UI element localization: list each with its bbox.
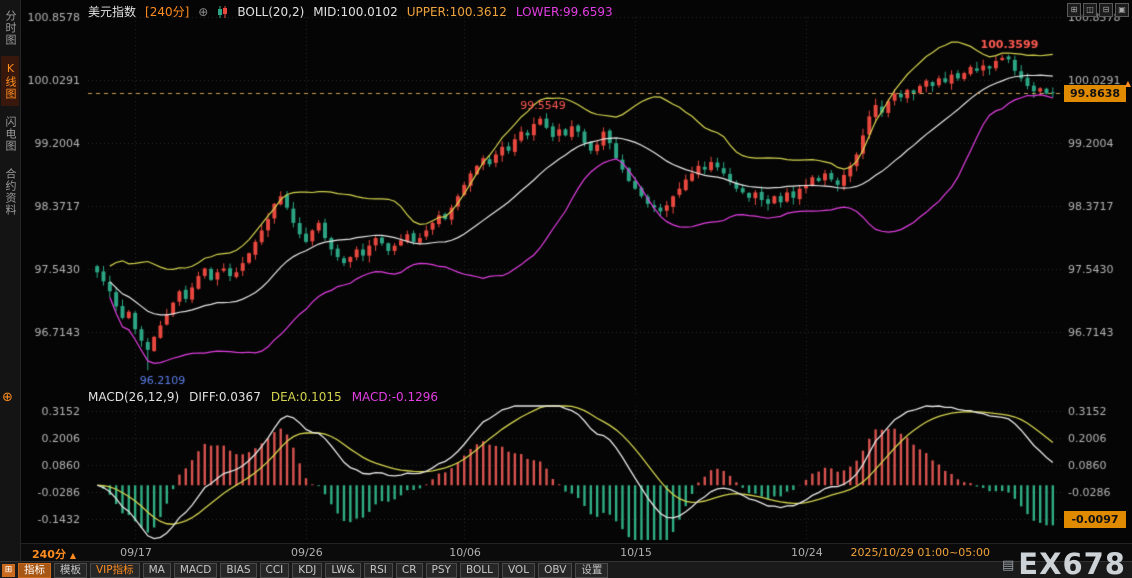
indicator-button[interactable]: BOLL — [459, 563, 499, 578]
tab-indicators[interactable]: 指标 — [18, 563, 51, 578]
boll-mid-value: MID:100.0102 — [313, 4, 398, 19]
indicator-button[interactable]: BIAS — [220, 563, 257, 578]
left-sidebar: 分时图 K线图 闪电图 合约资料 — [0, 0, 21, 578]
add-indicator-icon[interactable]: ⊕ — [2, 390, 13, 405]
indicator-button[interactable]: RSI — [363, 563, 393, 578]
indicator-button[interactable]: KDJ — [292, 563, 323, 578]
x-axis-date: 10/24 — [791, 546, 823, 559]
sidebar-item-flash-chart[interactable]: 闪电图 — [1, 110, 19, 158]
sidebar-item-timeline-chart[interactable]: 分时图 — [1, 4, 19, 52]
indicator-button[interactable]: CCI — [259, 563, 290, 578]
chart-header: 美元指数 [240分] ⊕ BOLL(20,2) MID:100.0102 UP… — [88, 3, 613, 20]
candlestick-chart-canvas[interactable] — [0, 0, 1132, 578]
candlestick-icon — [217, 5, 228, 18]
x-axis-date: 09/26 — [291, 546, 323, 559]
macd-header: MACD(26,12,9) DIFF:0.0367 DEA:0.1015 MAC… — [88, 390, 438, 404]
indicator-button[interactable]: MACD — [173, 563, 218, 578]
macd-value-tag: -0.0097 — [1064, 511, 1126, 528]
indicator-button[interactable]: VOL — [501, 563, 536, 578]
indicator-menu-icon[interactable]: ⊞ — [2, 564, 15, 577]
indicator-button[interactable]: PSY — [425, 563, 457, 578]
settings-button[interactable]: 设置 — [575, 563, 609, 578]
indicator-button[interactable]: LW& — [325, 563, 361, 578]
tab-templates[interactable]: 模板 — [54, 563, 87, 578]
x-axis-date: 09/17 — [120, 546, 152, 559]
expand-icon[interactable]: ⊕ — [198, 5, 208, 19]
macd-label: MACD(26,12,9) — [88, 390, 180, 404]
trading-terminal: 分时图 K线图 闪电图 合约资料 ⊕ 美元指数 [240分] ⊕ BOLL(20… — [0, 0, 1132, 578]
macd-hist-value: MACD:-0.1296 — [351, 390, 439, 404]
chart-layout-icon[interactable]: ▣ — [1115, 3, 1129, 17]
chart-layout-icon[interactable]: ⊟ — [1099, 3, 1113, 17]
last-candle-time: 2025/10/29 01:00~05:00 — [850, 546, 990, 559]
sidebar-item-contract-info[interactable]: 合约资料 — [1, 162, 19, 222]
time-axis-strip: 240分 ▲ 2025/10/29 01:00~05:00 09/17 09/26… — [20, 543, 1132, 562]
period-selector-label: 240分 — [32, 548, 66, 561]
period-badge[interactable]: [240分] — [145, 3, 189, 20]
boll-label: BOLL(20,2) — [237, 4, 305, 19]
period-selector[interactable]: 240分 ▲ — [32, 546, 76, 562]
x-axis-date: 10/06 — [449, 546, 481, 559]
chart-layout-icons: ⊞ ◫ ⊟ ▣ — [1067, 3, 1129, 17]
x-axis-date: 10/15 — [620, 546, 652, 559]
price-up-arrow-icon: ▲ — [1124, 79, 1131, 88]
macd-dea-value: DEA:0.1015 — [270, 390, 342, 404]
macd-diff-value: DIFF:0.0367 — [189, 390, 261, 404]
brand-logo-icon: ▤ — [1001, 558, 1015, 573]
tab-vip-indicators[interactable]: VIP指标 — [90, 563, 140, 578]
indicator-toolbar: ⊞ 指标 模板 VIP指标 MA MACD BIAS CCI KDJ LW& RSI CR PS… — [0, 561, 1132, 578]
indicator-button[interactable]: MA — [142, 563, 171, 578]
boll-upper-value: UPPER:100.3612 — [406, 4, 507, 19]
chart-layout-icon[interactable]: ⊞ — [1067, 3, 1081, 17]
brand-watermark-text: EX678 — [1018, 547, 1126, 578]
boll-lower-value: LOWER:99.6593 — [515, 4, 613, 19]
brand-watermark: ▤ EX678 — [1002, 550, 1126, 578]
indicator-button[interactable]: OBV — [538, 563, 573, 578]
indicator-button[interactable]: CR — [395, 563, 423, 578]
chart-layout-icon[interactable]: ◫ — [1083, 3, 1097, 17]
indicator-buttons: MA MACD BIAS CCI KDJ LW& RSI CR PSY BOLL VOL OBV — [142, 563, 573, 578]
symbol-name: 美元指数 — [88, 5, 137, 19]
last-price-tag: 99.8638 — [1064, 85, 1126, 102]
chevron-up-icon: ▲ — [69, 551, 76, 560]
sidebar-item-candlestick-chart[interactable]: K线图 — [1, 56, 19, 106]
